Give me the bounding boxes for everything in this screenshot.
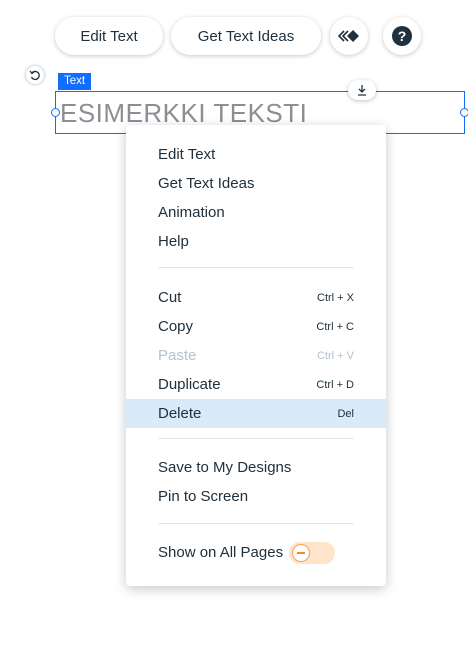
help-button[interactable]: ? [383,17,421,55]
menu-item-shortcut: Ctrl + X [317,291,354,304]
menu-item-delete[interactable]: Delete Del [126,399,386,428]
menu-item-edit-text[interactable]: Edit Text [126,140,386,169]
menu-item-save-to-my-designs[interactable]: Save to My Designs [126,453,386,482]
rotate-icon [29,70,40,81]
menu-item-pin-to-screen[interactable]: Pin to Screen [126,482,386,511]
menu-item-animation[interactable]: Animation [126,198,386,227]
animation-icon [338,30,359,42]
menu-item-label: Copy [158,318,194,335]
menu-item-copy[interactable]: Copy Ctrl + C [126,312,386,341]
element-type-tag: Text [58,73,92,90]
menu-item-label: Pin to Screen [158,488,249,505]
help-icon: ? [392,26,412,46]
context-menu: Edit Text Get Text Ideas Animation Help … [126,125,386,586]
menu-item-label: Delete [158,405,202,422]
menu-item-shortcut: Ctrl + V [317,349,354,362]
menu-divider [158,523,354,524]
show-on-all-pages-toggle[interactable] [289,541,336,564]
menu-item-label: Cut [158,289,182,306]
edit-text-button[interactable]: Edit Text [55,17,163,55]
menu-item-label: Get Text Ideas [158,175,255,192]
menu-divider [158,267,354,268]
download-icon [358,85,366,96]
menu-item-label: Show on All Pages [158,544,284,561]
menu-item-shortcut: Del [337,407,354,420]
menu-item-help[interactable]: Help [126,227,386,256]
menu-divider [158,438,354,439]
rotate-handle[interactable] [26,66,44,84]
menu-item-label: Animation [158,204,225,221]
resize-handle-right[interactable] [460,108,468,117]
menu-item-label: Help [158,233,189,250]
animation-button[interactable] [330,17,368,55]
menu-item-label: Save to My Designs [158,459,292,476]
menu-item-label: Edit Text [158,146,216,163]
menu-item-label: Paste [158,347,197,364]
menu-item-get-text-ideas[interactable]: Get Text Ideas [126,169,386,198]
menu-item-duplicate[interactable]: Duplicate Ctrl + D [126,370,386,399]
menu-item-label: Duplicate [158,376,221,393]
download-button[interactable] [348,80,376,100]
toggle-off-icon [297,551,306,554]
get-text-ideas-button[interactable]: Get Text Ideas [171,17,321,55]
menu-item-paste: Paste Ctrl + V [126,341,386,370]
menu-item-show-on-all-pages[interactable]: Show on All Pages [126,538,386,567]
resize-handle-left[interactable] [51,108,60,117]
menu-item-shortcut: Ctrl + C [316,320,354,333]
menu-item-cut[interactable]: Cut Ctrl + X [126,283,386,312]
menu-item-shortcut: Ctrl + D [316,378,354,391]
toggle-knob [292,543,311,562]
